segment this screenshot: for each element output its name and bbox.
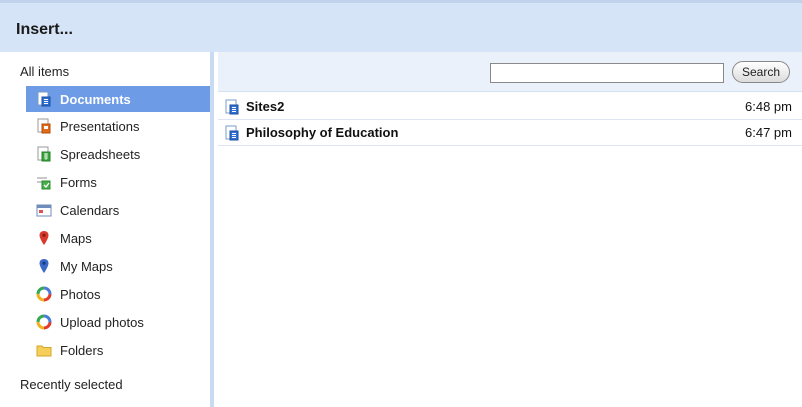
sidebar-item-label: Photos — [60, 286, 101, 302]
sidebar-heading-all-items[interactable]: All items — [20, 64, 69, 79]
sidebar-item-label: My Maps — [60, 258, 113, 274]
insert-dialog: Insert... All items Documents Presentati… — [0, 0, 802, 407]
document-icon — [224, 125, 240, 141]
sidebar-item-label: Spreadsheets — [60, 146, 141, 162]
document-icon — [224, 99, 240, 115]
sidebar-item-label: Forms — [60, 174, 97, 190]
sidebar: All items Documents Presentations Spread… — [0, 52, 214, 407]
calendar-icon — [36, 202, 52, 218]
form-icon — [36, 174, 52, 190]
sidebar-item-upload-photos[interactable]: Upload photos — [26, 308, 210, 336]
sidebar-item-folders[interactable]: Folders — [26, 336, 210, 364]
sidebar-item-label: Calendars — [60, 202, 120, 218]
document-icon — [36, 91, 52, 107]
search-input[interactable] — [490, 63, 724, 83]
sidebar-item-photos[interactable]: Photos — [26, 280, 210, 308]
map-pin-icon — [36, 230, 52, 246]
dialog-title: Insert... — [16, 21, 73, 38]
sidebar-list: Documents Presentations Spreadsheets For… — [26, 86, 210, 364]
my-map-pin-icon — [36, 258, 52, 274]
sidebar-item-spreadsheets[interactable]: Spreadsheets — [26, 140, 210, 168]
dialog-titlebar: Insert... — [0, 0, 802, 52]
file-time: 6:48 pm — [745, 99, 792, 114]
file-row-sites2[interactable]: Sites2 6:48 pm — [218, 94, 802, 120]
upload-photos-icon — [36, 314, 52, 330]
sidebar-item-label: Folders — [60, 342, 104, 358]
presentation-icon — [36, 118, 52, 134]
file-name: Philosophy of Education — [246, 125, 399, 140]
sidebar-item-forms[interactable]: Forms — [26, 168, 210, 196]
file-browser-pane: Search Sites2 6:48 pm Philosophy of Educ… — [218, 52, 802, 407]
sidebar-item-my-maps[interactable]: My Maps — [26, 252, 210, 280]
sidebar-heading-recently-selected[interactable]: Recently selected — [20, 377, 123, 392]
sidebar-item-label: Maps — [60, 230, 92, 246]
search-button[interactable]: Search — [732, 61, 790, 83]
search-toolbar: Search — [218, 52, 802, 92]
sidebar-item-maps[interactable]: Maps — [26, 224, 210, 252]
sidebar-item-documents[interactable]: Documents — [26, 86, 210, 112]
photos-icon — [36, 286, 52, 302]
folder-icon — [36, 342, 52, 358]
file-list: Sites2 6:48 pm Philosophy of Education 6… — [218, 94, 802, 146]
spreadsheet-icon — [36, 146, 52, 162]
file-name: Sites2 — [246, 99, 285, 114]
sidebar-item-calendars[interactable]: Calendars — [26, 196, 210, 224]
file-row-philosophy-of-education[interactable]: Philosophy of Education 6:47 pm — [218, 120, 802, 146]
sidebar-item-label: Documents — [60, 91, 131, 107]
sidebar-item-label: Presentations — [60, 118, 140, 134]
sidebar-item-presentations[interactable]: Presentations — [26, 112, 210, 140]
file-time: 6:47 pm — [745, 125, 792, 140]
sidebar-item-label: Upload photos — [60, 314, 144, 330]
